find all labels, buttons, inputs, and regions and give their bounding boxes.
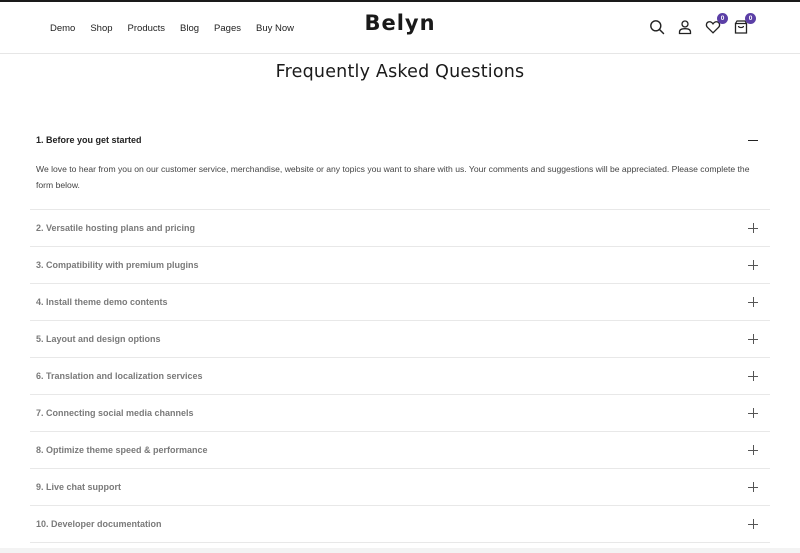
footer-edge xyxy=(0,548,800,553)
faq-question: 9. Live chat support xyxy=(36,482,122,492)
search-icon xyxy=(650,20,665,35)
faq-item: 7. Connecting social media channels xyxy=(30,395,770,432)
wishlist-button[interactable]: 0 xyxy=(702,13,728,38)
minus-icon xyxy=(748,135,758,145)
faq-accordion: 1. Before you get started We love to hea… xyxy=(30,122,770,543)
faq-item: 4. Install theme demo contents xyxy=(30,284,770,321)
user-icon xyxy=(678,20,692,35)
header-actions: 0 0 xyxy=(640,13,756,38)
site-header: Demo Shop Products Blog Pages Buy Now Be… xyxy=(0,2,800,54)
faq-question-toggle[interactable]: 8. Optimize theme speed & performance xyxy=(30,432,770,468)
plus-icon xyxy=(748,371,758,381)
cart-count-badge: 0 xyxy=(745,13,756,24)
faq-question: 3. Compatibility with premium plugins xyxy=(36,260,199,270)
faq-item: 8. Optimize theme speed & performance xyxy=(30,432,770,469)
search-button[interactable] xyxy=(646,16,668,38)
faq-item: 5. Layout and design options xyxy=(30,321,770,358)
logo-text: Belyn xyxy=(364,11,436,35)
plus-icon xyxy=(748,260,758,270)
faq-answer: We love to hear from you on our customer… xyxy=(36,164,750,190)
plus-icon xyxy=(748,482,758,492)
faq-question: 8. Optimize theme speed & performance xyxy=(36,445,208,455)
faq-question-toggle[interactable]: 6. Translation and localization services xyxy=(30,358,770,394)
faq-item: 2. Versatile hosting plans and pricing xyxy=(30,210,770,247)
faq-question: 7. Connecting social media channels xyxy=(36,408,194,418)
faq-question: 2. Versatile hosting plans and pricing xyxy=(36,223,196,233)
page-title: Frequently Asked Questions xyxy=(275,62,525,82)
faq-question-toggle[interactable]: 7. Connecting social media channels xyxy=(30,395,770,431)
faq-question-toggle[interactable]: 3. Compatibility with premium plugins xyxy=(30,247,770,283)
plus-icon xyxy=(748,445,758,455)
faq-question-toggle[interactable]: 2. Versatile hosting plans and pricing xyxy=(30,210,770,246)
plus-icon xyxy=(748,334,758,344)
faq-question: 5. Layout and design options xyxy=(36,334,161,344)
faq-item: 10. Developer documentation xyxy=(30,506,770,543)
plus-icon xyxy=(748,519,758,529)
faq-question: 4. Install theme demo contents xyxy=(36,297,168,307)
plus-icon xyxy=(748,408,758,418)
faq-question-toggle[interactable]: 10. Developer documentation xyxy=(30,506,770,542)
faq-item: 1. Before you get started We love to hea… xyxy=(30,122,770,210)
faq-question: 1. Before you get started xyxy=(36,135,142,145)
faq-item: 6. Translation and localization services xyxy=(30,358,770,395)
wishlist-count-badge: 0 xyxy=(717,13,728,24)
faq-item: 3. Compatibility with premium plugins xyxy=(30,247,770,284)
account-button[interactable] xyxy=(674,16,696,38)
plus-icon xyxy=(748,297,758,307)
cart-button[interactable]: 0 xyxy=(730,13,756,38)
faq-question-toggle[interactable]: 4. Install theme demo contents xyxy=(30,284,770,320)
faq-question-toggle[interactable]: 5. Layout and design options xyxy=(30,321,770,357)
faq-question-toggle[interactable]: 9. Live chat support xyxy=(30,469,770,505)
faq-question-toggle[interactable]: 1. Before you get started xyxy=(30,122,770,158)
faq-question: 6. Translation and localization services xyxy=(36,371,203,381)
plus-icon xyxy=(748,223,758,233)
faq-item: 9. Live chat support xyxy=(30,469,770,506)
faq-question: 10. Developer documentation xyxy=(36,519,162,529)
